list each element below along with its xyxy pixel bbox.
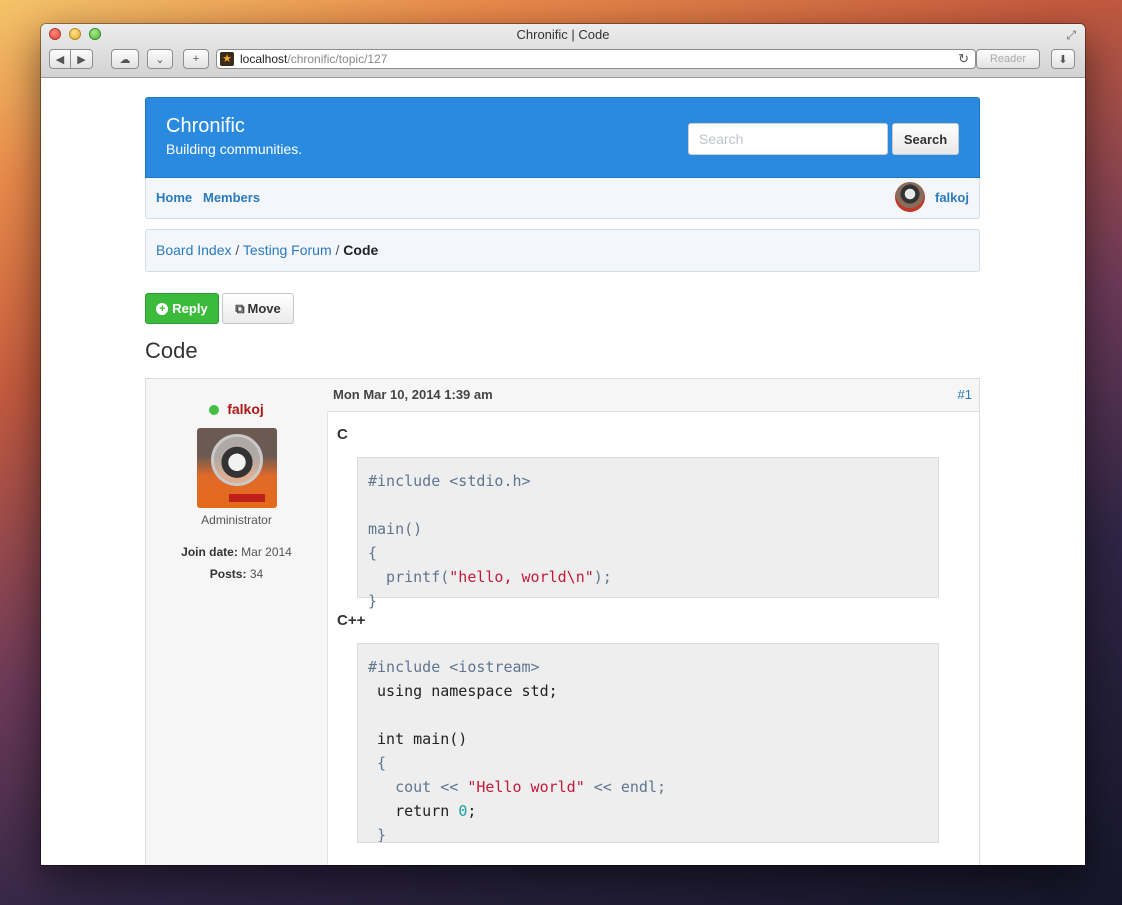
nav-members-link[interactable]: Members <box>203 190 260 205</box>
online-status-icon <box>209 405 220 415</box>
post-author-link[interactable]: falkoj <box>227 401 264 417</box>
main-nav: Home Members falkoj <box>145 178 980 219</box>
code-line: cout << "Hello world" << endl; <box>368 778 667 796</box>
icloud-tabs-button[interactable]: ☁ <box>111 49 139 69</box>
breadcrumb-separator: / <box>235 242 240 258</box>
plus-circle-icon: + <box>156 302 169 315</box>
join-date-value: Mar 2014 <box>241 545 292 559</box>
post-count: Posts: 34 <box>146 563 327 585</box>
reply-label: Reply <box>172 301 208 316</box>
code-line: #include <iostream> <box>368 658 540 676</box>
copy-icon: ⧉ <box>235 300 245 316</box>
post-permalink[interactable]: #1 <box>958 387 972 402</box>
post: falkoj Administrator Join date: Mar 2014… <box>145 378 980 865</box>
breadcrumb-current: Code <box>343 242 379 258</box>
code-line: printf("hello, world\n"); <box>368 568 612 586</box>
breadcrumb-board-index[interactable]: Board Index <box>156 242 232 258</box>
post-date: Mon Mar 10, 2014 1:39 am <box>333 387 493 402</box>
post-body: C #include <stdio.h> main() { printf("he… <box>327 426 979 843</box>
post-count-value: 34 <box>249 567 264 581</box>
code-block: #include <stdio.h> main() { printf("hell… <box>357 457 939 610</box>
plus-icon: + <box>192 53 200 65</box>
site-header: Chronific Building communities. Search <box>145 97 980 178</box>
join-date: Join date: Mar 2014 <box>146 541 327 563</box>
code-line: using namespace std; <box>377 682 558 700</box>
code-line: } <box>368 826 387 843</box>
downloads-button[interactable]: ⬇ <box>1051 49 1075 69</box>
code-line: } <box>368 592 378 610</box>
code-line: int main() <box>377 730 468 748</box>
nav-home-link[interactable]: Home <box>156 190 192 205</box>
reload-icon[interactable]: ↻ <box>958 51 969 67</box>
site-tagline: Building communities. <box>166 141 303 157</box>
nav-user-link[interactable]: falkoj <box>935 190 969 205</box>
site-brand[interactable]: Chronific <box>166 115 245 138</box>
post-author-panel: falkoj Administrator Join date: Mar 2014… <box>146 379 328 865</box>
back-arrow-icon: ◀ <box>55 53 65 66</box>
author-avatar[interactable] <box>196 428 277 508</box>
breadcrumb-testing-forum[interactable]: Testing Forum <box>243 242 332 258</box>
window-title: Chronific | Code <box>516 27 610 42</box>
author-role: Administrator <box>201 513 272 527</box>
forward-button[interactable]: ▶ <box>71 49 93 69</box>
page-container: Chronific Building communities. Search H… <box>145 97 980 865</box>
fullscreen-icon[interactable]: ⤢ <box>1066 28 1076 43</box>
address-bar[interactable]: ★ localhost/chronific/topic/127 ↻ <box>216 49 976 69</box>
user-avatar[interactable] <box>895 182 925 212</box>
new-tab-button[interactable]: + <box>183 49 209 69</box>
pocket-icon: ⌄ <box>155 53 165 66</box>
move-label: Move <box>247 301 281 316</box>
breadcrumb-separator: / <box>335 242 340 258</box>
code-line: { <box>368 754 387 772</box>
code-line: return 0; <box>395 802 477 820</box>
code-line: { <box>368 544 378 562</box>
code-line: #include <stdio.h> <box>368 472 531 490</box>
code-language-heading: C <box>337 426 348 443</box>
url-path: /chronific/topic/127 <box>287 52 388 66</box>
web-page: Chronific Building communities. Search H… <box>41 78 1085 865</box>
post-count-label: Posts: <box>209 567 247 581</box>
topic-actions: + Reply ⧉ Move <box>145 293 980 324</box>
avatar-tag <box>228 494 265 502</box>
avatar-helmet <box>210 434 263 486</box>
download-icon: ⬇ <box>1058 53 1068 66</box>
cloud-icon: ☁ <box>119 53 131 66</box>
browser-toolbar: Chronific | Code ⤢ ◀ ▶ ☁ ⌄ + ★ localhost… <box>41 24 1085 78</box>
reader-button[interactable]: Reader <box>976 49 1040 69</box>
reply-button[interactable]: + Reply <box>145 293 219 324</box>
post-author: falkoj <box>146 401 327 417</box>
author-meta: Join date: Mar 2014 Posts: 34 <box>146 541 327 585</box>
forward-arrow-icon: ▶ <box>77 53 86 66</box>
url-host: localhost <box>240 52 288 66</box>
post-header: Mon Mar 10, 2014 1:39 am #1 <box>327 379 979 412</box>
breadcrumb: Board Index / Testing Forum / Code <box>145 229 980 272</box>
join-date-label: Join date: <box>181 545 238 559</box>
site-favicon-icon: ★ <box>220 52 234 66</box>
code-block: #include <iostream> using namespace std;… <box>357 643 939 843</box>
search-input[interactable] <box>688 123 888 155</box>
code-line: main() <box>368 520 423 538</box>
search-button[interactable]: Search <box>892 123 959 155</box>
topic-title: Code <box>145 338 198 363</box>
pocket-button[interactable]: ⌄ <box>147 49 173 69</box>
back-button[interactable]: ◀ <box>49 49 71 69</box>
browser-window: Chronific | Code ⤢ ◀ ▶ ☁ ⌄ + ★ localhost… <box>41 24 1085 865</box>
code-language-heading: C++ <box>337 612 366 629</box>
post-content: Mon Mar 10, 2014 1:39 am #1 C #include <… <box>327 379 979 865</box>
move-button[interactable]: ⧉ Move <box>222 293 294 324</box>
